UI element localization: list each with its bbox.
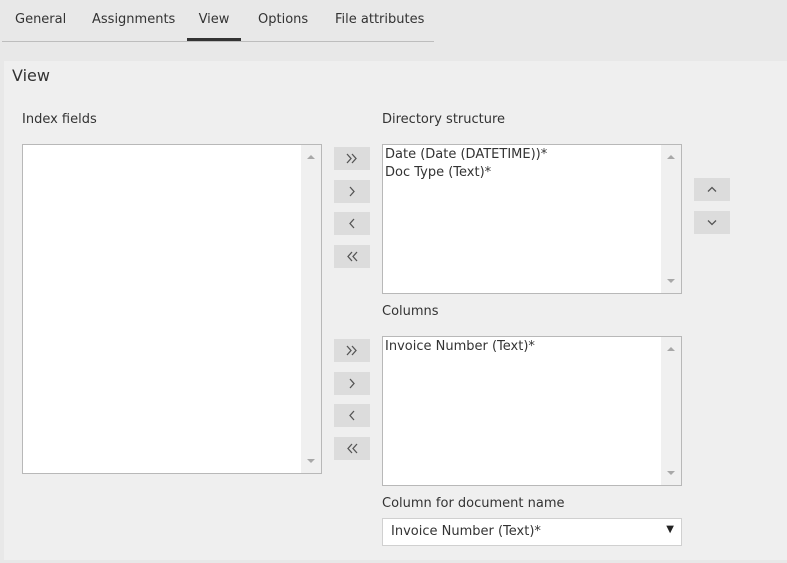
remove-all-from-directory-button[interactable] (334, 245, 370, 268)
double-chevron-right-icon (346, 153, 357, 164)
document-name-value: Invoice Number (Text)* (391, 524, 541, 539)
remove-from-columns-button[interactable] (334, 404, 370, 427)
chevron-right-icon (349, 186, 355, 197)
columns-list[interactable]: Invoice Number (Text)* (382, 336, 682, 486)
directory-structure-label: Directory structure (382, 112, 506, 127)
scroll-up-icon[interactable] (661, 341, 681, 357)
scroll-up-icon[interactable] (301, 149, 321, 165)
document-name-select[interactable]: Invoice Number (Text)* ▼ (382, 518, 682, 546)
directory-structure-list[interactable]: Date (Date (DATETIME))* Doc Type (Text)* (382, 144, 682, 294)
add-to-directory-button[interactable] (334, 180, 370, 203)
move-down-button[interactable] (694, 211, 730, 234)
columns-label: Columns (382, 304, 439, 319)
scroll-down-icon[interactable] (301, 453, 321, 469)
add-all-to-directory-button[interactable] (334, 147, 370, 170)
chevron-left-icon (349, 410, 355, 421)
tab-assignments[interactable]: Assignments (92, 0, 175, 41)
list-item[interactable]: Invoice Number (Text)* (385, 338, 661, 356)
directory-structure-scrollbar[interactable] (661, 145, 681, 293)
tab-general[interactable]: General (15, 0, 66, 41)
tab-file-attributes[interactable]: File attributes (335, 0, 424, 41)
move-up-button[interactable] (694, 178, 730, 201)
double-chevron-left-icon (347, 443, 358, 454)
tab-options[interactable]: Options (258, 0, 308, 41)
remove-all-from-columns-button[interactable] (334, 437, 370, 460)
list-item[interactable]: Date (Date (DATETIME))* (385, 146, 661, 164)
index-fields-scrollbar[interactable] (301, 145, 321, 473)
tab-bar: General Assignments View Options File at… (2, 0, 434, 42)
add-all-to-columns-button[interactable] (334, 339, 370, 362)
chevron-right-icon (349, 378, 355, 389)
add-to-columns-button[interactable] (334, 372, 370, 395)
chevron-down-icon (707, 220, 717, 226)
index-fields-label: Index fields (22, 112, 97, 127)
scroll-down-icon[interactable] (661, 273, 681, 289)
index-fields-list[interactable] (22, 144, 322, 474)
double-chevron-left-icon (347, 251, 358, 262)
dropdown-arrow-icon: ▼ (666, 524, 674, 535)
remove-from-directory-button[interactable] (334, 212, 370, 235)
chevron-left-icon (349, 218, 355, 229)
document-name-label: Column for document name (382, 496, 565, 511)
scroll-up-icon[interactable] (661, 149, 681, 165)
double-chevron-right-icon (346, 345, 357, 356)
chevron-up-icon (707, 186, 717, 192)
scroll-down-icon[interactable] (661, 465, 681, 481)
list-item[interactable]: Doc Type (Text)* (385, 164, 661, 182)
columns-scrollbar[interactable] (661, 337, 681, 485)
tab-view[interactable]: View (187, 0, 241, 41)
panel-title: View (12, 66, 50, 85)
